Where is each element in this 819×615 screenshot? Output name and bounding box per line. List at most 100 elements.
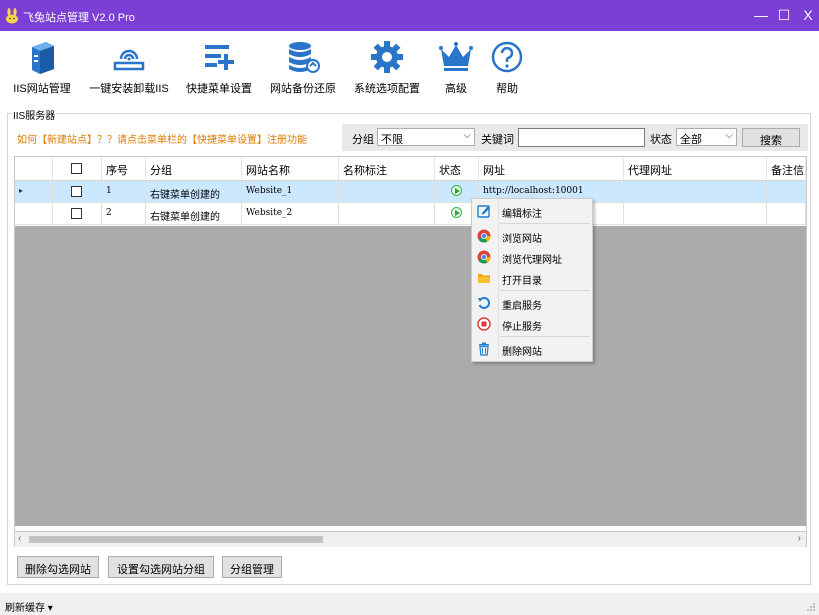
refresh-cache-dropdown[interactable]: 刷新缓存 ▾: [5, 599, 53, 614]
menu-item-browse-proxy[interactable]: 浏览代理网址: [474, 247, 590, 267]
menu-item-browse-site[interactable]: 浏览网站: [474, 226, 590, 246]
menu-item-open-folder[interactable]: 打开目录: [474, 268, 590, 288]
menu-item-restart-service[interactable]: 重启服务: [474, 293, 590, 313]
delete-checked-button[interactable]: 删除勾选网站: [17, 556, 99, 578]
menu-separator: [500, 290, 590, 291]
context-menu: 编辑标注 浏览网站 浏览代理网址 打开目录 重启服务 停止服务 删除网站: [471, 198, 593, 362]
column-header-proxy-url[interactable]: 代理网址: [624, 157, 767, 181]
column-header-name-note[interactable]: 名称标注: [339, 157, 435, 181]
menu-item-stop-service[interactable]: 停止服务: [474, 314, 590, 334]
toolbar-install-iis-button[interactable]: 一键安装卸载IIS: [87, 39, 171, 96]
stop-icon: [477, 317, 491, 331]
folder-icon: [478, 274, 490, 283]
cell-no: 2: [102, 203, 146, 225]
cell-name-note: [339, 203, 435, 225]
toolbar-settings-button[interactable]: 系统选项配置: [352, 39, 422, 96]
select-all-header: [53, 157, 102, 181]
filter-bar: 分组 不限 ⌵ 关键词 状态 全部 ⌵ 搜索: [342, 124, 808, 151]
scrollbar-thumb[interactable]: [29, 536, 323, 543]
column-header-status[interactable]: 状态: [435, 157, 479, 181]
column-header-remark[interactable]: 备注信息: [767, 157, 806, 181]
column-header-no[interactable]: 序号: [102, 157, 146, 181]
rabbit-logo-icon: [6, 8, 18, 24]
row-checkbox[interactable]: [71, 186, 82, 197]
status-filter-label: 状态: [650, 134, 672, 146]
menu-separator: [500, 223, 590, 224]
running-status-icon: [451, 207, 462, 218]
column-header-url[interactable]: 网址: [479, 157, 624, 181]
grid-empty-area: [15, 226, 806, 526]
trash-icon: [479, 342, 489, 356]
keyword-input[interactable]: [518, 128, 645, 147]
select-all-checkbox[interactable]: [71, 163, 82, 174]
row-checkbox[interactable]: [71, 208, 82, 219]
chevron-down-icon: ⌵: [463, 130, 471, 141]
toolbar-help-button[interactable]: 帮助: [489, 39, 525, 96]
gear-icon: [371, 41, 403, 73]
cell-proxy-url: [624, 203, 767, 225]
running-status-icon: [451, 185, 462, 196]
menu-separator: [500, 336, 590, 337]
website-grid: 序号 分组 网站名称 名称标注 状态 网址 代理网址 备注信息 ▸ 1 右键菜单…: [14, 156, 807, 532]
table-row[interactable]: ▸ 1 右键菜单创建的 Website_1 http://localhost:1…: [15, 181, 806, 203]
cell-no: 1: [102, 181, 146, 203]
hint-text: 如何【新建站点】？？请点击菜单栏的【快捷菜单设置】注册功能: [17, 135, 307, 146]
restart-icon: [478, 296, 491, 309]
menu-item-label: 浏览代理网址: [502, 255, 562, 266]
menu-add-icon: [205, 45, 234, 70]
toolbar-backup-button[interactable]: 网站备份还原: [268, 39, 338, 96]
table-row[interactable]: 2 右键菜单创建的 Website_2: [15, 203, 806, 225]
toolbar-label: 快捷菜单设置: [186, 83, 252, 95]
window-title: 飞兔站点管理 V2.0 Pro: [23, 12, 135, 24]
status-filter-select[interactable]: 全部 ⌵: [676, 128, 737, 146]
status-filter-value: 全部: [680, 134, 702, 146]
toolbar-advanced-button[interactable]: 高级: [438, 39, 474, 96]
menu-item-label: 重启服务: [502, 301, 542, 312]
row-indicator-cell: [15, 203, 53, 225]
cell-remark: [767, 203, 806, 225]
cell-remark: [767, 181, 806, 203]
column-header-group[interactable]: 分组: [146, 157, 242, 181]
group-filter-value: 不限: [381, 134, 403, 146]
scroll-right-icon[interactable]: ›: [798, 533, 801, 544]
cell-group: 右键菜单创建的: [146, 181, 242, 203]
cell-name-note: [339, 181, 435, 203]
search-button[interactable]: 搜索: [742, 128, 800, 147]
column-header-site-name[interactable]: 网站名称: [242, 157, 339, 181]
horizontal-scrollbar[interactable]: ‹ ›: [14, 532, 807, 547]
close-button[interactable]: X: [797, 5, 819, 25]
group-manage-button[interactable]: 分组管理: [222, 556, 282, 578]
server-icon: [32, 42, 54, 74]
groupbox-title: IIS服务器: [12, 107, 57, 122]
row-header-corner: [15, 157, 53, 181]
menu-item-label: 停止服务: [502, 322, 542, 333]
edit-icon: [477, 205, 490, 218]
cell-site-name: Website_2: [242, 203, 339, 225]
set-group-button[interactable]: 设置勾选网站分组: [108, 556, 214, 578]
toolbar-quick-menu-button[interactable]: 快捷菜单设置: [184, 39, 254, 96]
menu-item-label: 编辑标注: [502, 209, 542, 220]
toolbar-iis-manage-button[interactable]: IIS网站管理: [13, 39, 71, 96]
menu-item-edit-note[interactable]: 编辑标注: [474, 201, 590, 221]
chevron-down-icon: ⌵: [725, 130, 733, 141]
row-indicator-icon: ▸: [15, 181, 53, 203]
cell-site-name: Website_1: [242, 181, 339, 203]
menu-item-delete-site[interactable]: 删除网站: [474, 339, 590, 359]
menu-item-label: 打开目录: [502, 276, 542, 287]
maximize-button[interactable]: ☐: [773, 5, 795, 25]
scroll-left-icon[interactable]: ‹: [18, 533, 21, 544]
group-filter-select[interactable]: 不限 ⌵: [377, 128, 475, 146]
title-bar: 飞兔站点管理 V2.0 Pro — ☐ X: [0, 0, 819, 31]
database-icon: [289, 42, 320, 73]
toolbar: IIS网站管理 一键安装卸载IIS 快捷菜单设置 网站备份还原 系统选项配置 高…: [0, 31, 819, 99]
toolbar-label: 高级: [445, 83, 467, 95]
row-checkbox-cell: [53, 203, 102, 225]
resize-grip-icon[interactable]: [806, 602, 816, 612]
crown-icon: [439, 42, 473, 71]
install-icon: [113, 49, 145, 71]
menu-item-label: 浏览网站: [502, 234, 542, 245]
minimize-button[interactable]: —: [750, 5, 772, 25]
cell-group: 右键菜单创建的: [146, 203, 242, 225]
toolbar-label: 帮助: [496, 83, 518, 95]
help-icon: [491, 41, 523, 73]
